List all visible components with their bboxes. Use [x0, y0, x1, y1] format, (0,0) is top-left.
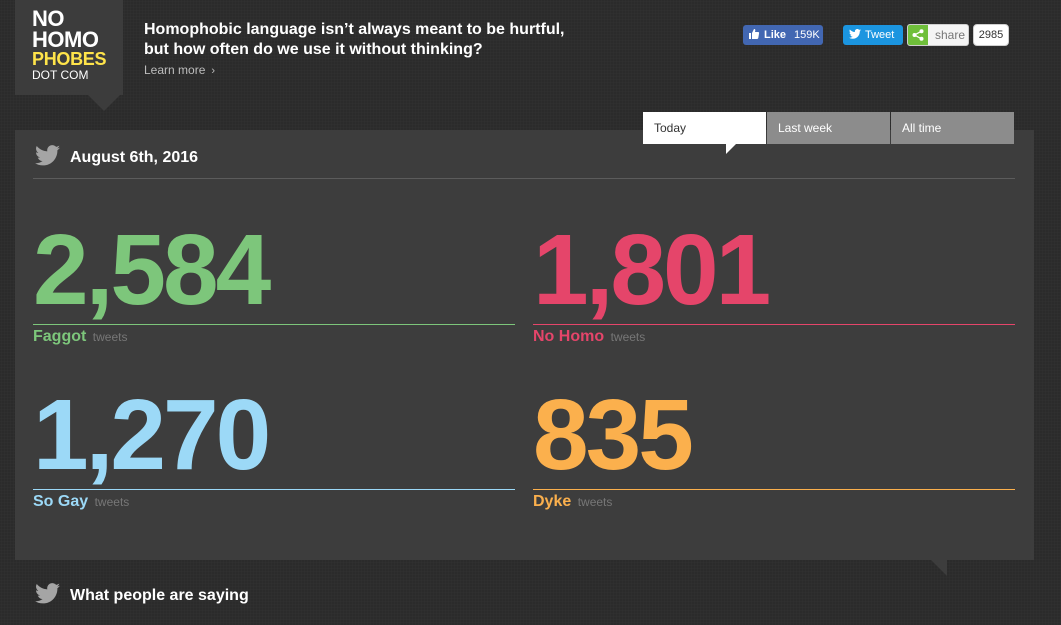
stat-name: Faggot — [33, 328, 87, 345]
share-count: 2985 — [973, 24, 1009, 46]
tab-last-week[interactable]: Last week — [767, 112, 890, 144]
share-icon — [908, 25, 928, 45]
section-title: What people are saying — [70, 587, 249, 604]
twitter-bird-icon — [849, 28, 861, 42]
stat-label: No Homo tweets — [533, 328, 645, 346]
stat-value: 1,270 — [33, 379, 271, 491]
tweet-button[interactable]: Tweet — [843, 25, 903, 45]
tagline: Homophobic language isn’t always meant t… — [144, 21, 565, 58]
stats-panel — [15, 130, 1034, 576]
logo-line-2: HOMO — [32, 26, 99, 52]
header-divider — [33, 178, 1015, 179]
stat-label: So Gay tweets — [33, 493, 129, 511]
tab-today[interactable]: Today — [643, 112, 766, 154]
stat-rule — [533, 489, 1015, 490]
share-label: share — [935, 28, 966, 42]
stat-value: 835 — [533, 379, 694, 491]
stat-unit: tweets — [610, 330, 646, 344]
tweet-label: Tweet — [865, 29, 895, 41]
stat-unit: tweets — [92, 330, 128, 344]
stat-value: 1,801 — [533, 214, 771, 326]
logo-line-3: PHOBES — [32, 48, 107, 69]
learn-more-link[interactable]: Learn more › — [144, 63, 215, 77]
stat-unit: tweets — [577, 495, 613, 509]
stat-rule — [533, 324, 1015, 325]
current-date: August 6th, 2016 — [70, 149, 199, 166]
facebook-thumb-icon — [748, 28, 760, 43]
stat-name: So Gay — [33, 493, 89, 510]
tab-all-time[interactable]: All time — [891, 112, 1014, 144]
stat-value: 2,584 — [33, 214, 271, 326]
stat-name: No Homo — [533, 328, 605, 345]
site-logo[interactable]: NO HOMO PHOBES DOT COM — [15, 0, 123, 111]
stat-rule — [33, 489, 515, 490]
share-button[interactable]: share — [907, 24, 969, 46]
facebook-like-button[interactable]: Like 159K — [743, 25, 823, 45]
twitter-bird-icon — [35, 145, 60, 171]
time-range-tabs: Today Last week All time — [643, 112, 1015, 154]
facebook-like-count: 159K — [794, 29, 820, 41]
chevron-right-icon: › — [211, 65, 216, 77]
facebook-like-label: Like — [764, 29, 787, 41]
what-people-are-saying-header: What people are saying — [35, 583, 249, 609]
stat-unit: tweets — [94, 495, 130, 509]
date-header: August 6th, 2016 — [35, 145, 198, 171]
learn-more-label: Learn more — [144, 63, 206, 77]
stat-label: Dyke tweets — [533, 493, 612, 511]
stat-label: Faggot tweets — [33, 328, 127, 346]
stat-rule — [33, 324, 515, 325]
logo-line-4: DOT COM — [32, 67, 89, 82]
twitter-bird-icon — [35, 583, 60, 609]
stat-name: Dyke — [533, 493, 572, 510]
